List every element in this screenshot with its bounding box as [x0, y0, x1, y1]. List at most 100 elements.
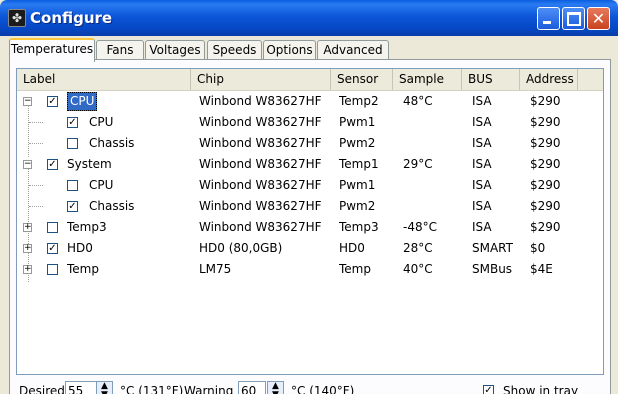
row-chip: Winbond W83627HF: [199, 220, 322, 234]
row-address: $290: [530, 136, 561, 150]
row-label-text: Temp: [67, 262, 99, 276]
row-address: $290: [530, 178, 561, 192]
row-sample: 40°C: [403, 262, 433, 276]
row-label-text: CPU: [67, 92, 98, 111]
fan-icon: ✤: [8, 9, 26, 27]
row-bus: SMART: [472, 241, 513, 255]
close-icon: ✕: [591, 9, 606, 28]
row-address: $4E: [530, 262, 553, 276]
table-row[interactable]: − ✓ CPU Winbond W83627HF Temp2 48°C ISA $290: [17, 91, 603, 112]
table-row[interactable]: − ✓ System Winbond W83627HF Temp1 29°C ISA $290: [17, 154, 603, 175]
table-row[interactable]: + Temp3 Winbond W83627HF Temp3 -48°C ISA $290: [17, 217, 603, 238]
desired-unit: °C (131°F): [120, 384, 184, 394]
row-address: $290: [530, 115, 561, 129]
row-checkbox[interactable]: [47, 264, 58, 275]
row-chip: Winbond W83627HF: [199, 136, 322, 150]
table-row[interactable]: + ✓ HD0 HD0 (80,0GB) HD0 28°C SMART $0: [17, 238, 603, 259]
warning-input[interactable]: 60: [238, 381, 266, 394]
row-bus: ISA: [472, 178, 492, 192]
row-sample: 28°C: [403, 241, 433, 255]
tab-temperatures[interactable]: Temperatures: [9, 38, 95, 62]
expand-icon[interactable]: +: [23, 244, 32, 253]
row-checkbox[interactable]: ✓: [47, 159, 58, 170]
column-header-sample[interactable]: Sample: [393, 69, 462, 90]
row-chip: Winbond W83627HF: [199, 157, 322, 171]
collapse-icon[interactable]: −: [23, 97, 32, 106]
tab-advanced[interactable]: Advanced: [317, 40, 389, 59]
column-header-sensor[interactable]: Sensor: [331, 69, 393, 90]
maximize-button[interactable]: [562, 7, 585, 30]
list-header: Label Chip Sensor Sample BUS Address: [17, 69, 603, 91]
configure-window: ✤ Configure ✕ Temperatures Fans Voltages…: [0, 0, 618, 394]
row-label: Temp: [67, 259, 99, 280]
row-address: $290: [530, 199, 561, 213]
table-row[interactable]: CPU Winbond W83627HF Pwm1 ISA $290: [17, 175, 603, 196]
expand-icon[interactable]: +: [23, 265, 32, 274]
row-sensor: HD0: [339, 241, 365, 255]
collapse-icon[interactable]: −: [23, 160, 32, 169]
row-chip: Winbond W83627HF: [199, 178, 322, 192]
row-label-text: System: [67, 157, 112, 171]
maximize-icon: [567, 12, 581, 26]
show-in-tray-label: Show in tray: [503, 384, 579, 394]
row-sensor: Temp2: [339, 94, 379, 108]
row-label: Chassis: [89, 196, 134, 217]
expand-icon[interactable]: +: [23, 223, 32, 232]
row-chip: HD0 (80,0GB): [199, 241, 283, 255]
warning-spinner[interactable]: ▲▼: [267, 381, 284, 394]
row-label-text: CPU: [89, 178, 114, 192]
row-checkbox[interactable]: ✓: [47, 96, 58, 107]
row-checkbox[interactable]: [67, 180, 78, 191]
tab-voltages[interactable]: Voltages: [145, 40, 205, 59]
row-sample: 29°C: [403, 157, 433, 171]
row-bus: ISA: [472, 157, 492, 171]
row-label: CPU: [89, 112, 113, 133]
row-label: Temp3: [67, 217, 107, 238]
row-sensor: Temp3: [339, 220, 379, 234]
row-address: $0: [530, 241, 546, 255]
row-sample: -48°C: [403, 220, 437, 234]
row-sensor: Pwm2: [339, 199, 376, 213]
row-checkbox[interactable]: [47, 222, 58, 233]
row-label-text: Chassis: [89, 199, 135, 213]
row-label-text: Chassis: [89, 136, 135, 150]
table-row[interactable]: ✓ CPU Winbond W83627HF Pwm1 ISA $290: [17, 112, 603, 133]
row-checkbox[interactable]: ✓: [67, 117, 78, 128]
column-header-bus[interactable]: BUS: [462, 69, 520, 90]
window-title: Configure: [30, 9, 113, 27]
row-checkbox[interactable]: ✓: [47, 243, 58, 254]
row-address: $290: [530, 157, 561, 171]
close-button[interactable]: ✕: [587, 7, 610, 30]
sensor-list[interactable]: Label Chip Sensor Sample BUS Address − ✓ C…: [16, 68, 604, 375]
column-header-address[interactable]: Address: [520, 69, 578, 90]
row-bus: ISA: [472, 115, 492, 129]
tab-fans[interactable]: Fans: [96, 40, 144, 59]
title-bar[interactable]: ✤ Configure ✕: [0, 0, 618, 36]
row-bus: ISA: [472, 199, 492, 213]
row-label: HD0: [67, 238, 93, 259]
desired-spinner[interactable]: ▲▼: [96, 381, 113, 394]
tab-options[interactable]: Options: [263, 40, 316, 59]
row-label: Chassis: [89, 133, 134, 154]
warning-label: Warning: [184, 384, 234, 394]
row-bus: ISA: [472, 220, 492, 234]
table-row[interactable]: Chassis Winbond W83627HF Pwm2 ISA $290: [17, 133, 603, 154]
minimize-button[interactable]: [537, 7, 560, 30]
row-label: System: [67, 154, 112, 175]
table-row[interactable]: ✓ Chassis Winbond W83627HF Pwm2 ISA $290: [17, 196, 603, 217]
row-checkbox[interactable]: [67, 138, 78, 149]
tab-speeds[interactable]: Speeds: [207, 40, 262, 59]
row-chip: Winbond W83627HF: [199, 115, 322, 129]
row-label-text: HD0: [67, 241, 93, 255]
row-sensor: Temp: [339, 262, 371, 276]
show-in-tray-checkbox[interactable]: ✓: [483, 385, 494, 394]
row-chip: Winbond W83627HF: [199, 199, 322, 213]
warning-unit: °C (140°F): [291, 384, 355, 394]
column-header-chip[interactable]: Chip: [191, 69, 331, 90]
table-row[interactable]: + Temp LM75 Temp 40°C SMBus $4E: [17, 259, 603, 280]
row-sensor: Pwm1: [339, 178, 376, 192]
row-address: $290: [530, 220, 561, 234]
row-checkbox[interactable]: ✓: [67, 201, 78, 212]
column-header-label[interactable]: Label: [17, 69, 191, 90]
desired-input[interactable]: 55: [65, 381, 97, 394]
